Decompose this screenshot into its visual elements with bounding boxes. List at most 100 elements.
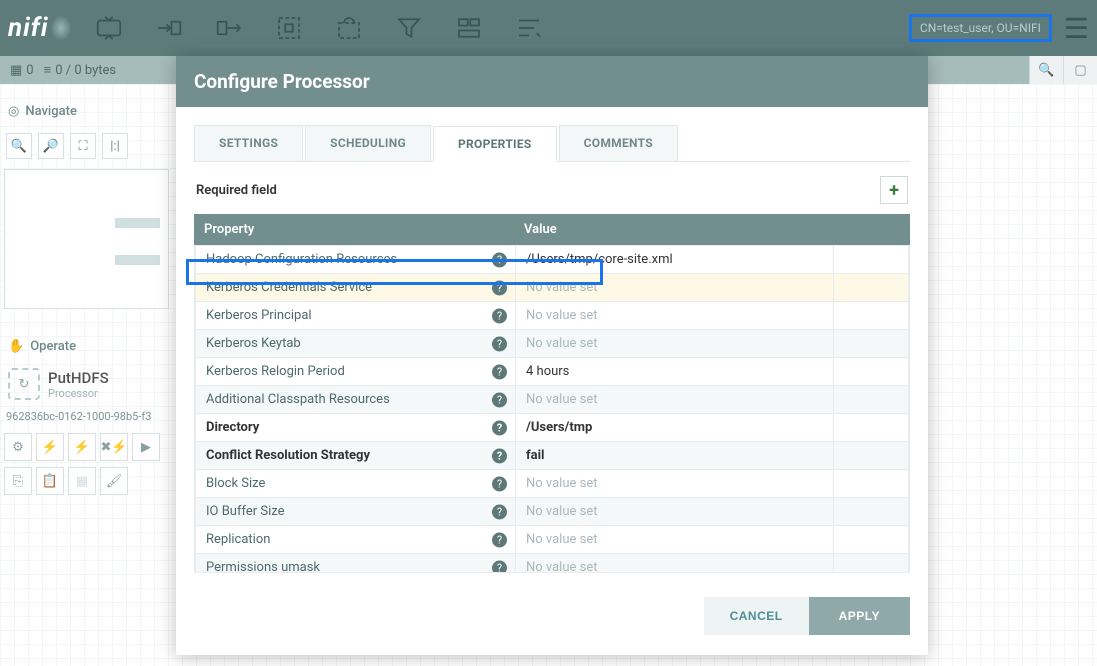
property-row[interactable]: Permissions umask?No value set bbox=[196, 554, 909, 574]
property-action-cell bbox=[834, 470, 909, 498]
property-row[interactable]: Additional Classpath Resources?No value … bbox=[196, 386, 909, 414]
property-value-cell[interactable]: No value set bbox=[516, 526, 834, 554]
tab-scheduling[interactable]: SCHEDULING bbox=[305, 125, 431, 161]
add-property-button[interactable]: + bbox=[880, 176, 908, 204]
property-name-cell[interactable]: Replication? bbox=[196, 526, 516, 554]
help-icon[interactable]: ? bbox=[492, 448, 507, 463]
property-name-cell[interactable]: Permissions umask? bbox=[196, 554, 516, 574]
queued-indicator: ≡ 0 / 0 bytes bbox=[44, 62, 116, 78]
property-value-cell[interactable]: No value set bbox=[516, 330, 834, 358]
property-value-cell[interactable]: No value set bbox=[516, 302, 834, 330]
property-value-cell[interactable]: No value set bbox=[516, 274, 834, 302]
property-row[interactable]: Replication?No value set bbox=[196, 526, 909, 554]
configure-button[interactable]: ⚙ bbox=[4, 433, 32, 461]
property-row[interactable]: Block Size?No value set bbox=[196, 470, 909, 498]
column-header-property: Property bbox=[194, 214, 514, 245]
help-icon[interactable]: ? bbox=[492, 336, 507, 351]
property-name-cell[interactable]: Kerberos Principal? bbox=[196, 302, 516, 330]
group-button[interactable]: ▦ bbox=[68, 467, 96, 495]
property-value-cell[interactable]: No value set bbox=[516, 470, 834, 498]
birdseye-preview[interactable] bbox=[4, 169, 169, 309]
property-row[interactable]: Hadoop Configuration Resources?/Users/tm… bbox=[196, 246, 909, 274]
apply-button[interactable]: APPLY bbox=[809, 597, 910, 635]
property-action-cell bbox=[834, 386, 909, 414]
property-value-cell[interactable]: fail bbox=[516, 442, 834, 470]
property-row[interactable]: Conflict Resolution Strategy?fail bbox=[196, 442, 909, 470]
process-group-icon[interactable] bbox=[267, 6, 311, 50]
property-value-cell[interactable]: No value set bbox=[516, 554, 834, 574]
enable-button[interactable]: ⚡ bbox=[36, 433, 64, 461]
help-icon[interactable]: ? bbox=[492, 308, 507, 323]
disable-button[interactable]: ✖⚡ bbox=[100, 433, 128, 461]
target-icon: ◎ bbox=[8, 104, 19, 119]
property-name-cell[interactable]: Hadoop Configuration Resources? bbox=[196, 246, 516, 274]
tab-settings[interactable]: SETTINGS bbox=[194, 125, 303, 161]
color-button[interactable]: 🖌 bbox=[100, 467, 128, 495]
property-action-cell bbox=[834, 246, 909, 274]
column-header-value: Value bbox=[514, 214, 835, 245]
tab-comments[interactable]: COMMENTS bbox=[559, 125, 678, 161]
start-button[interactable]: ⚡ bbox=[68, 433, 96, 461]
properties-table: Property Value bbox=[194, 214, 910, 245]
property-row[interactable]: Kerberos Principal?No value set bbox=[196, 302, 909, 330]
property-name-cell[interactable]: Kerberos Relogin Period? bbox=[196, 358, 516, 386]
component-type: Processor bbox=[48, 387, 109, 400]
top-toolbar: nifi CN=test_user, OU=NIFI ☰ bbox=[0, 0, 1097, 56]
dialog-title: Configure Processor bbox=[176, 56, 928, 107]
help-icon[interactable]: ? bbox=[492, 252, 507, 267]
property-name-cell[interactable]: IO Buffer Size? bbox=[196, 498, 516, 526]
label-icon[interactable] bbox=[507, 6, 551, 50]
property-row[interactable]: Kerberos Credentials Service?No value se… bbox=[196, 274, 909, 302]
property-row[interactable]: Kerberos Keytab?No value set bbox=[196, 330, 909, 358]
fit-button[interactable]: ⛶ bbox=[70, 133, 96, 159]
navigate-panel-header: ◎ Navigate bbox=[4, 94, 169, 129]
active-threads-indicator: ▦ 0 bbox=[10, 63, 34, 78]
property-name-cell[interactable]: Kerberos Credentials Service? bbox=[196, 274, 516, 302]
property-name-cell[interactable]: Directory? bbox=[196, 414, 516, 442]
processor-drag-icon[interactable] bbox=[87, 6, 131, 50]
processor-type-icon: ↻ bbox=[8, 368, 40, 400]
funnel-icon[interactable] bbox=[387, 6, 431, 50]
property-action-cell bbox=[834, 330, 909, 358]
input-port-icon[interactable] bbox=[147, 6, 191, 50]
property-value-cell[interactable]: No value set bbox=[516, 386, 834, 414]
property-value-cell[interactable]: /Users/tmp/core-site.xml bbox=[516, 246, 834, 274]
cancel-button[interactable]: CANCEL bbox=[704, 597, 809, 635]
help-icon[interactable]: ? bbox=[492, 420, 507, 435]
zoom-in-button[interactable]: 🔍 bbox=[6, 133, 32, 159]
zoom-out-button[interactable]: 🔎 bbox=[38, 133, 64, 159]
search-icon[interactable]: 🔍 bbox=[1029, 56, 1063, 84]
help-icon[interactable]: ? bbox=[492, 280, 507, 295]
help-icon[interactable]: ? bbox=[492, 504, 507, 519]
help-icon[interactable]: ? bbox=[492, 364, 507, 379]
help-icon[interactable]: ? bbox=[492, 392, 507, 407]
paste-button[interactable]: 📋 bbox=[36, 467, 64, 495]
property-value-cell[interactable]: /Users/tmp bbox=[516, 414, 834, 442]
dialog-tabs: SETTINGS SCHEDULING PROPERTIES COMMENTS bbox=[194, 125, 910, 162]
property-row[interactable]: IO Buffer Size?No value set bbox=[196, 498, 909, 526]
help-icon[interactable]: ? bbox=[492, 532, 507, 547]
property-name-cell[interactable]: Conflict Resolution Strategy? bbox=[196, 442, 516, 470]
bulletin-icon[interactable]: ▢ bbox=[1063, 56, 1097, 84]
property-row[interactable]: Directory?/Users/tmp bbox=[196, 414, 909, 442]
remote-group-icon[interactable] bbox=[327, 6, 371, 50]
help-icon[interactable]: ? bbox=[492, 560, 507, 573]
property-name-cell[interactable]: Block Size? bbox=[196, 470, 516, 498]
tab-properties[interactable]: PROPERTIES bbox=[433, 126, 557, 162]
property-name-cell[interactable]: Kerberos Keytab? bbox=[196, 330, 516, 358]
property-action-cell bbox=[834, 274, 909, 302]
property-action-cell bbox=[834, 498, 909, 526]
play-button[interactable]: ▶ bbox=[132, 433, 160, 461]
actual-size-button[interactable]: |:| bbox=[102, 133, 128, 159]
property-name-cell[interactable]: Additional Classpath Resources? bbox=[196, 386, 516, 414]
template-icon[interactable] bbox=[447, 6, 491, 50]
hamburger-menu-icon[interactable]: ☰ bbox=[1064, 12, 1089, 45]
property-value-cell[interactable]: 4 hours bbox=[516, 358, 834, 386]
property-action-cell bbox=[834, 554, 909, 574]
help-icon[interactable]: ? bbox=[492, 476, 507, 491]
property-value-cell[interactable]: No value set bbox=[516, 498, 834, 526]
property-row[interactable]: Kerberos Relogin Period?4 hours bbox=[196, 358, 909, 386]
copy-button[interactable]: ⎘ bbox=[4, 467, 32, 495]
configure-processor-dialog: Configure Processor SETTINGS SCHEDULING … bbox=[176, 56, 928, 655]
output-port-icon[interactable] bbox=[207, 6, 251, 50]
